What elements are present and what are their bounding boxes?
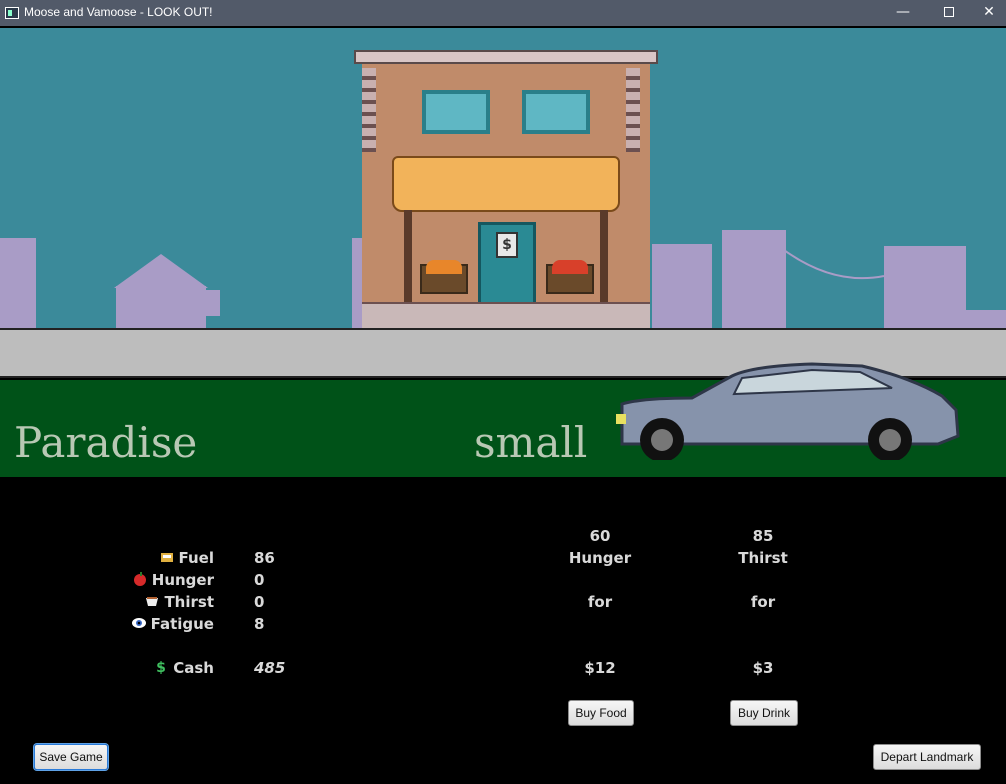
minimize-button[interactable]: —: [880, 0, 926, 26]
stat-value: 86: [254, 549, 275, 567]
oranges: [426, 260, 462, 274]
drink-price: $3: [752, 659, 774, 677]
stat-value: 485: [254, 659, 286, 677]
stat-label: Thirst: [145, 593, 214, 611]
shop-sign: $: [496, 232, 518, 258]
maximize-icon: [944, 7, 954, 17]
store-awning: [392, 156, 620, 212]
background-building: [652, 244, 712, 328]
dollar-icon: $: [156, 660, 166, 674]
stat-label: $ Cash: [154, 659, 214, 677]
stat-row-hunger: Hunger 0: [0, 571, 1006, 591]
background-house: [116, 286, 206, 328]
stat-row-fatigue: Fatigue 8: [0, 615, 1006, 635]
food-amount: 60: [589, 527, 611, 545]
store-base: [362, 302, 650, 328]
store-trim-right: [626, 68, 640, 152]
food-for: for: [587, 593, 613, 611]
stat-label: Fuel: [160, 549, 214, 567]
stat-value: 8: [254, 615, 265, 633]
drink-for: for: [750, 593, 776, 611]
drink-label: Thirst: [738, 549, 788, 567]
background-building: [884, 246, 966, 328]
stat-row-thirst: Thirst 0: [0, 593, 1006, 613]
window-title-bar: Moose and Vamoose - LOOK OUT! — ✕: [0, 0, 1006, 26]
drink-amount: 85: [752, 527, 774, 545]
stat-label: Fatigue: [131, 615, 214, 633]
background-building: [0, 238, 36, 328]
store-window: [422, 90, 490, 134]
background-building: [964, 310, 1006, 328]
maximize-button[interactable]: [926, 0, 972, 26]
app-icon: [5, 7, 19, 19]
buy-food-button[interactable]: Buy Food: [568, 700, 634, 726]
stat-value: 0: [254, 593, 265, 611]
depart-landmark-button[interactable]: Depart Landmark: [873, 744, 981, 770]
store-cornice: [354, 50, 658, 64]
stat-label: Hunger: [133, 571, 214, 589]
apples: [552, 260, 588, 274]
store-trim-left: [362, 68, 376, 152]
food-label: Hunger: [568, 549, 632, 567]
power-line: [784, 249, 885, 280]
food-price: $12: [584, 659, 616, 677]
house-roof: [114, 254, 208, 288]
background-building: [722, 230, 786, 328]
close-button[interactable]: ✕: [972, 0, 1006, 26]
fuel-icon: [160, 553, 173, 562]
shop-drink-column: 85 Thirst for $3: [703, 527, 823, 687]
location-size: small: [474, 418, 588, 467]
save-game-button[interactable]: Save Game: [34, 744, 108, 770]
stat-value: 0: [254, 571, 265, 589]
eye-icon: [131, 618, 146, 628]
player-car: [616, 362, 960, 460]
svg-text:$: $: [156, 660, 166, 674]
store-window: [522, 90, 590, 134]
shop-food-column: 60 Hunger for $12: [540, 527, 660, 687]
location-name: Paradise: [14, 418, 198, 467]
stat-row-cash: $ Cash 485: [0, 659, 1006, 679]
house-chimney: [206, 290, 220, 316]
cup-icon: [146, 597, 159, 606]
landmark-scene: $ Paradise small: [0, 28, 1006, 477]
window-title: Moose and Vamoose - LOOK OUT!: [24, 5, 213, 19]
stat-row-fuel: Fuel 86: [0, 549, 1006, 569]
apple-icon: [133, 572, 146, 586]
buy-drink-button[interactable]: Buy Drink: [730, 700, 798, 726]
